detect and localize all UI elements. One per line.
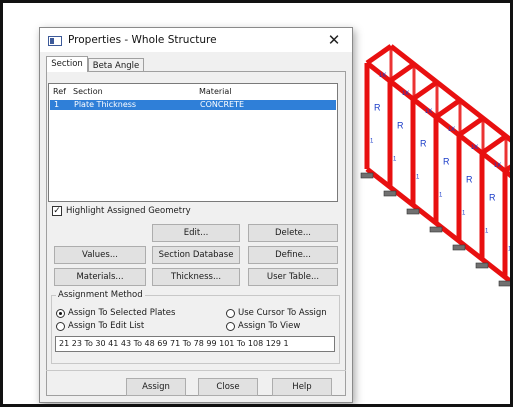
assignment-method-legend: Assignment Method [58,290,143,300]
member-label: R [443,157,450,167]
properties-dialog: Properties - Whole Structure ✕ Section B… [39,27,353,403]
radio-button[interactable] [56,322,65,331]
frame-cross-beam [480,134,508,156]
frame-cross-beam [434,98,462,120]
frame-cross-beam [365,44,393,66]
values-button[interactable]: Values... [54,246,146,264]
highlight-geometry-label: Highlight Assigned Geometry [66,206,191,216]
member-label: R [466,175,473,185]
column-header-section: Section [73,87,103,96]
materials-button[interactable]: Materials... [54,268,146,286]
radio-label: Use Cursor To Assign [238,308,327,318]
thickness-button[interactable]: Thickness... [152,268,240,286]
member-label: 1 [416,175,420,181]
dialog-title: Properties - Whole Structure [68,34,217,46]
edit-list-input[interactable]: 21 23 To 30 41 43 To 48 69 71 To 78 99 1… [55,336,335,352]
table-row[interactable]: 1 Plate Thickness CONCRETE [50,100,336,110]
support-icon [383,190,397,197]
radio-button[interactable] [226,309,235,318]
define-button[interactable]: Define... [248,246,338,264]
member-label: 1K [379,73,386,79]
member-label: R [489,193,496,203]
user-table-button[interactable]: User Table... [248,268,338,286]
tab-section[interactable]: Section [46,56,88,72]
app-window-icon [48,36,62,46]
radio-label: Assign To Selected Plates [68,308,176,318]
support-icon [360,172,374,179]
member-label: 1K [402,91,409,97]
help-button[interactable]: Help [272,378,332,396]
member-label: 1 [508,247,512,253]
column-header-material: Material [199,87,232,96]
section-table[interactable]: Ref Section Material 1 Plate Thickness C… [48,83,338,202]
table-cell-section: Plate Thickness [74,100,137,109]
support-icon [429,226,443,233]
member-label: R [420,139,427,149]
checkbox-box[interactable]: ✓ [52,206,62,216]
frame-cross-beam [388,62,416,84]
radio-button[interactable] [226,322,235,331]
member-label: 1 [462,211,466,217]
support-icon [498,280,510,287]
table-cell-material: CONCRETE [200,100,245,109]
member-label: 1 [439,193,443,199]
radio-button-selected[interactable] [56,309,65,318]
support-icon [475,262,489,269]
column-header-ref: Ref [53,87,66,96]
support-icon [406,208,420,215]
table-header: Ref Section Material [49,84,337,98]
structure-viewport[interactable]: R1K1R1K1R1K1R1K1R1K1R1K1R1K1R1K1 [353,33,513,333]
frame-cross-beam [411,80,439,102]
dialog-titlebar: Properties - Whole Structure ✕ [40,28,352,52]
member-label: 1 [370,139,374,145]
frame-cross-beam [457,116,485,138]
radio-label: Assign To Edit List [68,321,145,331]
member-label: 1K [494,163,501,169]
section-database-button[interactable]: Section Database [152,246,240,264]
table-cell-ref: 1 [54,100,60,109]
member-label: R [374,103,381,113]
close-icon[interactable]: ✕ [324,30,344,50]
member-label: 1 [393,157,397,163]
divider [46,370,346,371]
delete-button[interactable]: Delete... [248,224,338,242]
member-label: 1K [471,145,478,151]
assign-button[interactable]: Assign [126,378,186,396]
member-label: 1K [425,109,432,115]
edit-button[interactable]: Edit... [152,224,240,242]
close-button[interactable]: Close [198,378,258,396]
application-window: R1K1R1K1R1K1R1K1R1K1R1K1R1K1R1K1 Propert… [0,0,513,407]
member-label: 1 [485,229,489,235]
member-label: 1K [448,127,455,133]
support-icon [452,244,466,251]
radio-label: Assign To View [238,321,301,331]
member-label: R [397,121,404,131]
